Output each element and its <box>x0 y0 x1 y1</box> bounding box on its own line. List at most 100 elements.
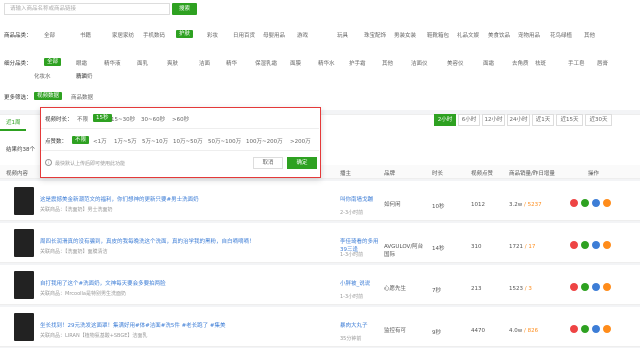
likes-option-1[interactable]: <1万 <box>93 137 107 145</box>
subcategory-15[interactable]: 去角质 <box>512 59 529 67</box>
page: 请输入商品名称或商品链接 搜索 商品品类： 全部 书籍 家居家纺 手机数码 护肤 彩妆 日用… <box>0 0 640 348</box>
video-thumbnail[interactable] <box>14 271 34 299</box>
related-goods[interactable]: 关联商品：【洗面奶】男士洗面奶 <box>40 206 113 213</box>
time-tab-3[interactable]: 24小时 <box>507 114 530 126</box>
subcategory-5[interactable]: 洁面 <box>199 59 210 67</box>
subcategory-10[interactable]: 护手霜 <box>349 59 366 67</box>
more-option-video[interactable]: 视频数据 <box>34 92 63 100</box>
confirm-button[interactable]: 确定 <box>287 157 317 169</box>
download-icon[interactable] <box>570 325 578 333</box>
related-goods[interactable]: 关联商品：LIRAN【植物氨基酸+SBGE】洁面乳 <box>40 332 147 339</box>
category-14[interactable]: 美食饮品 <box>488 31 510 39</box>
video-title[interactable]: 周四长润滑真的没有骗到，真皮的我每晚洗这个洗面，真的治学我的黑粉，自白嘀嘀嘀！ <box>40 237 255 245</box>
copy-icon[interactable] <box>581 283 589 291</box>
subcategory-7[interactable]: 保湿乳霜 <box>255 59 277 67</box>
category-5[interactable]: 彩妆 <box>207 31 218 39</box>
duration-option-2[interactable]: 15~30秒 <box>111 115 135 123</box>
category-6[interactable]: 日用百货 <box>233 31 255 39</box>
brand-name: 心愿先生 <box>384 286 407 292</box>
more-icon[interactable] <box>603 241 611 249</box>
subcategory-21[interactable]: 洗面奶 <box>76 72 93 80</box>
category-10[interactable]: 珠宝配饰 <box>364 31 386 39</box>
more-icon[interactable] <box>603 199 611 207</box>
likes-option-3[interactable]: 5万~10万 <box>142 137 168 145</box>
time-tab-0[interactable]: 2小时 <box>434 114 456 126</box>
duration-option-3[interactable]: 30~60秒 <box>141 115 165 123</box>
download-icon[interactable] <box>570 241 578 249</box>
author-name[interactable]: 叫你南墙戈蹦 <box>340 195 380 203</box>
subcategory-9[interactable]: 精华水 <box>318 59 335 67</box>
play-icon[interactable] <box>592 325 600 333</box>
subcategory-12[interactable]: 洁面仪 <box>411 59 428 67</box>
time-tab-2[interactable]: 12小时 <box>482 114 505 126</box>
time-tab-4[interactable]: 近1天 <box>532 114 554 126</box>
copy-icon[interactable] <box>581 199 589 207</box>
likes-option-2[interactable]: 1万~5万 <box>114 137 137 145</box>
subcategory-18[interactable]: 唇膏 <box>597 59 608 67</box>
tab-week[interactable]: 近1周 <box>6 118 21 126</box>
category-8[interactable]: 游戏 <box>297 31 308 39</box>
related-goods[interactable]: 关联商品：Mrcoolla是特别男生洗面奶 <box>40 290 126 297</box>
category-9[interactable]: 玩具 <box>337 31 348 39</box>
category-12[interactable]: 鞋靴箱包 <box>427 31 449 39</box>
duration-option-1[interactable]: 15秒 <box>93 114 112 122</box>
play-icon[interactable] <box>592 241 600 249</box>
likes-option-4[interactable]: 10万~50万 <box>173 137 203 145</box>
subcategory-14[interactable]: 面霜 <box>483 59 494 67</box>
subcategory-4[interactable]: 爽肤 <box>167 59 178 67</box>
play-icon[interactable] <box>592 199 600 207</box>
more-icon[interactable] <box>603 325 611 333</box>
cancel-button[interactable]: 取消 <box>253 157 283 169</box>
subcategory-0[interactable]: 全部 <box>44 58 62 66</box>
likes: 213 <box>471 286 482 292</box>
category-0[interactable]: 全部 <box>44 31 55 39</box>
play-icon[interactable] <box>592 283 600 291</box>
duration-option-4[interactable]: >60秒 <box>172 115 189 123</box>
likes-option-7[interactable]: >200万 <box>290 137 311 145</box>
category-13[interactable]: 礼品文娱 <box>457 31 479 39</box>
subcategory-3[interactable]: 面乳 <box>137 59 148 67</box>
category-1[interactable]: 书籍 <box>80 31 91 39</box>
subcategory-17[interactable]: 手工皂 <box>568 59 585 67</box>
author-name[interactable]: 暴肉大丸子 <box>340 321 380 329</box>
subcategory-8[interactable]: 面膜 <box>290 59 301 67</box>
time-tab-1[interactable]: 6小时 <box>458 114 480 126</box>
more-option-goods[interactable]: 商品数据 <box>71 93 93 101</box>
category-15[interactable]: 宠物用品 <box>518 31 540 39</box>
download-icon[interactable] <box>570 199 578 207</box>
author-name[interactable]: 小胖被_说说 <box>340 279 380 287</box>
likes-option-5[interactable]: 50万~100万 <box>208 137 241 145</box>
video-thumbnail[interactable] <box>14 187 34 215</box>
category-16[interactable]: 花鸟绿植 <box>550 31 572 39</box>
subcategory-2[interactable]: 精华液 <box>104 59 121 67</box>
category-4[interactable]: 护肤 <box>176 30 194 38</box>
search-input[interactable]: 请输入商品名称或商品链接 <box>4 3 170 15</box>
more-icon[interactable] <box>603 283 611 291</box>
search-button[interactable]: 搜索 <box>172 3 197 15</box>
subcategory-6[interactable]: 精华 <box>226 59 237 67</box>
likes-option-0[interactable]: 不限 <box>72 136 90 144</box>
time-tab-6[interactable]: 近30天 <box>585 114 612 126</box>
subcategory-1[interactable]: 眼霜 <box>76 59 87 67</box>
video-title[interactable]: 这是震撼美金新潮范文的福利，你们想神的更新只要#男士洗面奶 <box>40 195 199 203</box>
duration-option-0[interactable]: 不限 <box>77 115 88 123</box>
video-title[interactable]: 坐长找到！29元洗发这面罩！集满好用#体#洁面#洗5件 #老长跑了 #集美 <box>40 321 226 329</box>
category-2[interactable]: 家居家纺 <box>112 31 134 39</box>
subcategory-19[interactable]: 化妆水 <box>34 72 51 80</box>
video-title[interactable]: 自打我用了这个#洗面奶，文神每天要会多要拍两脸 <box>40 279 166 287</box>
download-icon[interactable] <box>570 283 578 291</box>
time-tab-5[interactable]: 近15天 <box>556 114 583 126</box>
category-7[interactable]: 母婴用品 <box>263 31 285 39</box>
subcategory-13[interactable]: 美容仪 <box>447 59 464 67</box>
related-goods[interactable]: 关联商品：【洗面奶】面膜清洁 <box>40 248 108 255</box>
copy-icon[interactable] <box>581 241 589 249</box>
category-11[interactable]: 男装女装 <box>394 31 416 39</box>
subcategory-11[interactable]: 其他 <box>382 59 393 67</box>
video-thumbnail[interactable] <box>14 313 34 341</box>
subcategory-16[interactable]: 祛斑 <box>535 59 546 67</box>
video-thumbnail[interactable] <box>14 229 34 257</box>
likes-option-6[interactable]: 100万~200万 <box>246 137 283 145</box>
category-3[interactable]: 手机数码 <box>143 31 165 39</box>
copy-icon[interactable] <box>581 325 589 333</box>
category-17[interactable]: 其他 <box>584 31 595 39</box>
